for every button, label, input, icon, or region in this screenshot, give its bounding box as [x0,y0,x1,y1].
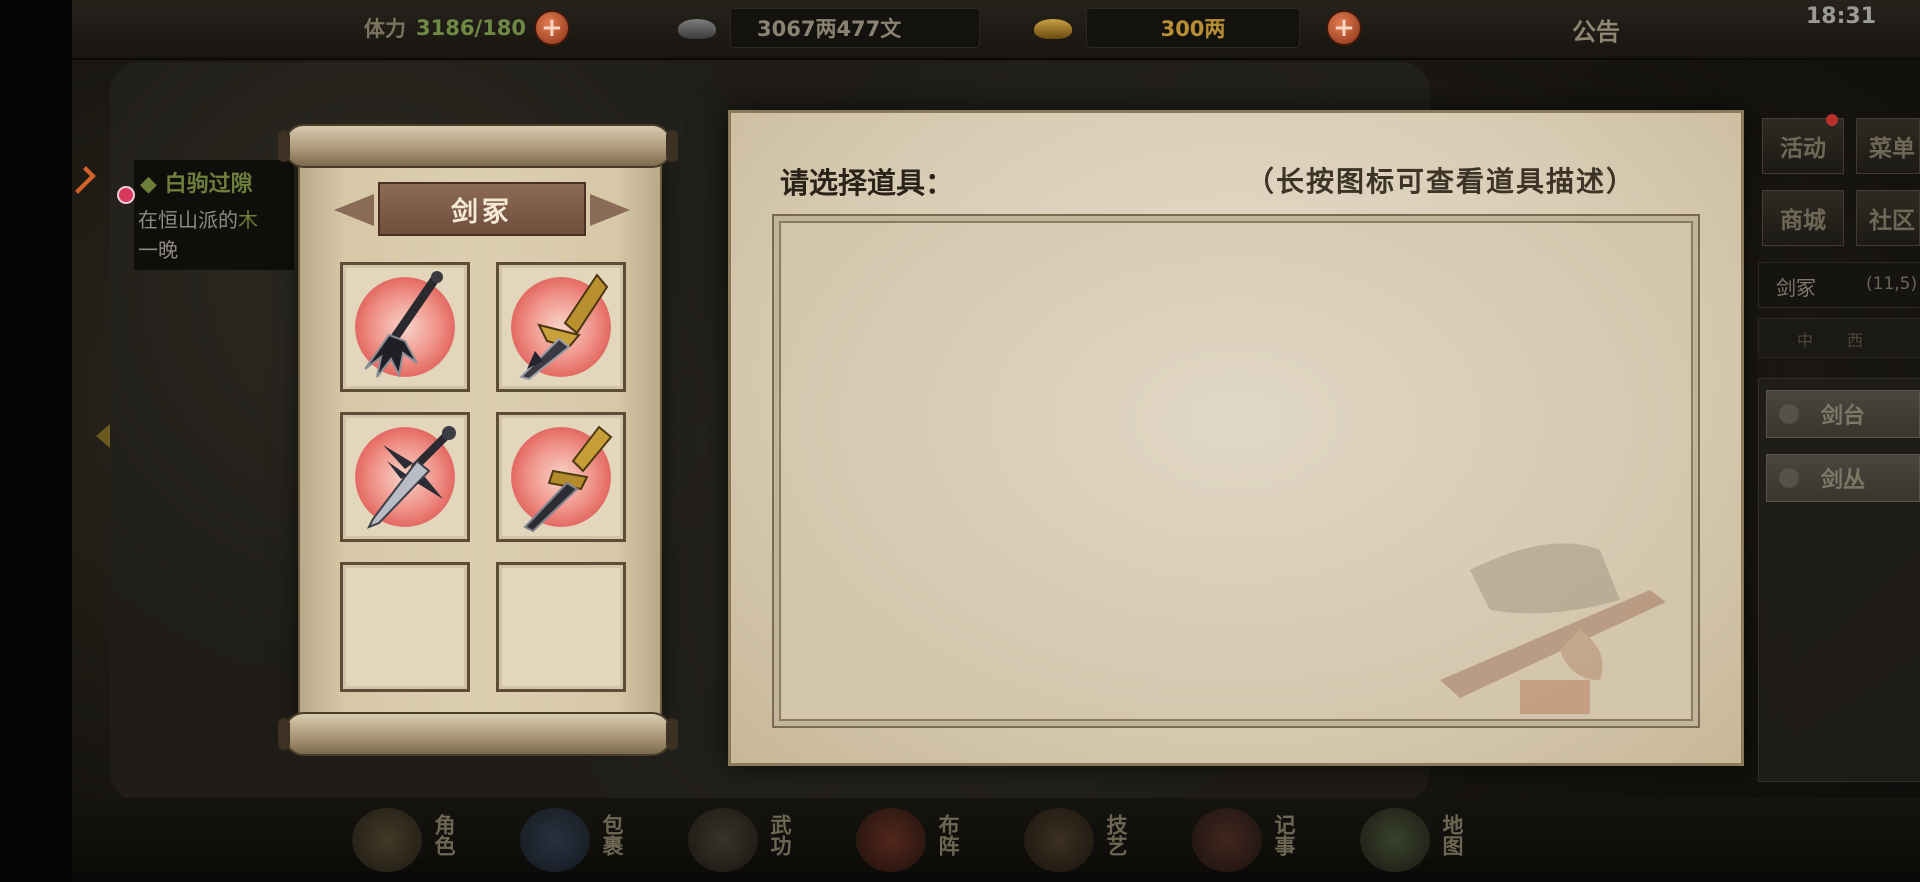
golden-broadsword-icon [519,273,609,381]
activity-button[interactable]: 活动 [1762,118,1844,174]
nav-label-formation: 布阵 [936,814,960,856]
item-slot-3[interactable] [340,412,470,542]
left-expand-arrow-icon[interactable] [96,424,110,448]
map-icon [1360,808,1430,872]
clock: 18:31 [1806,4,1877,29]
spiked-blade-icon [366,426,456,529]
formation-icon [856,808,926,872]
top-status-bar [72,0,1920,60]
journal-icon [1192,808,1262,872]
gold-box: 300两 [1086,8,1300,48]
silver-ingot-icon [674,13,720,43]
zone-label-1: 剑台 [1820,404,1865,429]
compass-left-label: 中 [1797,331,1814,350]
zone-label-2: 剑丛 [1820,468,1865,493]
stamina-stat: 体力 3186/180 + [364,10,570,46]
left-black-bar [0,0,72,882]
activity-notification-dot-icon [1826,114,1838,126]
nav-label-bag: 包裹 [600,814,624,856]
selection-hint: （长按图标可查看道具描述） [1246,165,1637,198]
location-coordinates: (11,5) [1866,274,1918,294]
game-screen: 体力 3186/180 + 3067两477文 300两 + 公告 18:31 … [0,0,1920,882]
item-slot-5-empty[interactable] [340,562,470,692]
stamina-value: 3186/180 [416,16,526,40]
gold-ingot-icon [1030,13,1076,43]
quest-line-2: 一晚 [138,238,178,262]
item-slot-6-empty[interactable] [496,562,626,692]
quest-collapse-arrow-icon[interactable] [68,166,96,194]
nav-label-map: 地图 [1440,814,1464,856]
item-slot-2[interactable] [496,262,626,392]
clawed-sword-icon [364,271,443,379]
stamina-label: 体力 [364,17,406,41]
shop-button[interactable]: 商城 [1762,190,1844,246]
zone-list-panel [1758,378,1920,782]
scroll-and-sword-watermark-icon [1440,543,1666,714]
item-slot-4[interactable] [496,412,626,542]
nav-label-character: 角色 [432,814,456,856]
silver-box: 3067两477文 [730,8,980,48]
nav-label-martial-arts: 武功 [768,814,792,856]
gold-stat: 300两 + [1030,8,1362,48]
scroll-bottom-roller [278,712,678,756]
compass-bar: 中 西 [1758,318,1920,358]
bottom-navigation [72,798,1920,882]
silver-value: 3067两477文 [757,17,902,41]
zone-button-2[interactable]: 剑丛 [1766,454,1920,502]
craft-icon [1024,808,1094,872]
community-button[interactable]: 社区 [1856,190,1920,246]
zone-button-1[interactable]: 剑台 [1766,390,1920,438]
zone-icon [1779,468,1799,488]
inventory-title: 剑冢 [378,182,586,236]
zone-icon [1779,404,1799,424]
location-name: 剑冢 [1776,276,1816,300]
quest-alert-dot-icon [117,186,135,204]
selection-heading: 请选择道具： [780,166,955,200]
stamina-add-button[interactable]: + [533,10,570,46]
bag-icon [520,808,590,872]
inventory-title-plate: 剑冢 [334,180,630,240]
nav-label-journal: 记事 [1272,814,1296,856]
golden-guard-sword-icon [523,425,613,533]
menu-button[interactable]: 菜单 [1856,118,1920,174]
quest-line-1: 在恒山派的 [138,208,238,232]
quest-title: ◆ 白驹过隙 [140,172,253,197]
item-slot-1[interactable] [340,262,470,392]
gold-value: 300两 [1160,17,1226,41]
quest-description: 在恒山派的木 [138,204,258,233]
martial-arts-icon [688,808,758,872]
silver-stat: 3067两477文 [674,8,980,48]
nav-label-craft: 技艺 [1104,814,1128,856]
scroll-top-roller [278,124,678,168]
compass-right-label: 西 [1847,331,1864,350]
quest-line-1-tail: 木 [238,208,258,232]
notice-button[interactable]: 公告 [1572,12,1620,47]
gold-add-button[interactable]: + [1326,10,1362,46]
character-icon [352,808,422,872]
